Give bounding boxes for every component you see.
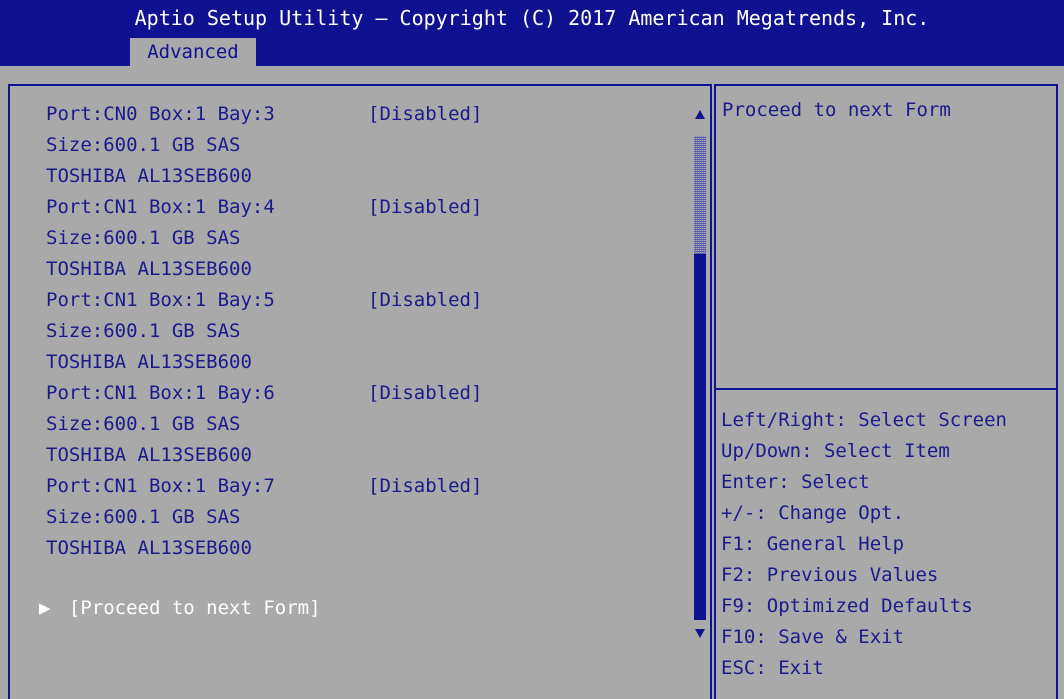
device-size-2: Size:600.1 GB SAS: [46, 227, 241, 249]
proceed-next-form-item[interactable]: ▶ [Proceed to next Form]: [16, 562, 321, 619]
device-size-5: Size:600.1 GB SAS: [46, 506, 241, 528]
scroll-thumb[interactable]: [694, 254, 706, 620]
device-port-4[interactable]: Port:CN1 Box:1 Bay:6: [46, 378, 275, 409]
proceed-label: [Proceed to next Form]: [68, 597, 321, 619]
key-hint: F2: Previous Values: [721, 564, 939, 586]
device-size-1: Size:600.1 GB SAS: [46, 134, 241, 156]
device-value-3[interactable]: [Disabled]: [368, 285, 482, 316]
key-hint: Up/Down: Select Item: [721, 440, 950, 462]
scrollbar[interactable]: [690, 110, 708, 640]
device-model-3: TOSHIBA AL13SEB600: [46, 351, 252, 373]
key-hint: ESC: Exit: [721, 657, 824, 679]
device-model-5: TOSHIBA AL13SEB600: [46, 537, 252, 559]
key-hint: Left/Right: Select Screen: [721, 409, 1007, 431]
device-value-1[interactable]: [Disabled]: [368, 99, 482, 130]
scroll-down-arrow-icon[interactable]: [695, 629, 705, 638]
scroll-track[interactable]: [694, 136, 706, 254]
help-text: Proceed to next Form: [722, 99, 951, 121]
device-model-4: TOSHIBA AL13SEB600: [46, 444, 252, 466]
key-hint: Enter: Select: [721, 471, 870, 493]
key-legend: Left/Right: Select Screen Up/Down: Selec…: [721, 405, 1007, 684]
key-hint: F9: Optimized Defaults: [721, 595, 973, 617]
help-divider: [716, 388, 1056, 390]
scroll-up-arrow-icon[interactable]: [695, 110, 705, 119]
device-size-3: Size:600.1 GB SAS: [46, 320, 241, 342]
tab-advanced[interactable]: Advanced: [130, 38, 256, 66]
device-value-2[interactable]: [Disabled]: [368, 192, 482, 223]
key-hint: F10: Save & Exit: [721, 626, 905, 648]
device-value-5[interactable]: [Disabled]: [368, 471, 482, 502]
device-port-1[interactable]: Port:CN0 Box:1 Bay:3: [46, 99, 275, 130]
device-model-1: TOSHIBA AL13SEB600: [46, 165, 252, 187]
device-port-5[interactable]: Port:CN1 Box:1 Bay:7: [46, 471, 275, 502]
device-port-2[interactable]: Port:CN1 Box:1 Bay:4: [46, 192, 275, 223]
app-title: Aptio Setup Utility – Copyright (C) 2017…: [134, 6, 930, 30]
right-triangle-icon: ▶: [38, 597, 51, 619]
key-hint: F1: General Help: [721, 533, 905, 555]
device-size-4: Size:600.1 GB SAS: [46, 413, 241, 435]
key-hint: +/-: Change Opt.: [721, 502, 905, 524]
device-value-4[interactable]: [Disabled]: [368, 378, 482, 409]
device-model-2: TOSHIBA AL13SEB600: [46, 258, 252, 280]
device-port-3[interactable]: Port:CN1 Box:1 Bay:5: [46, 285, 275, 316]
header-bar: Aptio Setup Utility – Copyright (C) 2017…: [0, 0, 1064, 66]
